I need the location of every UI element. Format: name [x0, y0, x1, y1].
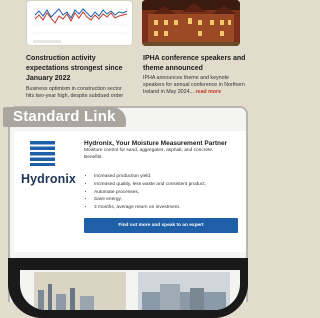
- article-title[interactable]: Construction activity expectations stron…: [26, 54, 122, 84]
- preview-images-graphic: [34, 272, 230, 310]
- benefit-item: Increased production yield,: [94, 173, 206, 181]
- find-out-more-button[interactable]: Find out more and speak to an expert: [84, 218, 238, 233]
- benefit-item: Automate processes,: [94, 189, 206, 197]
- hydronix-logo-icon[interactable]: [30, 141, 55, 166]
- article-title-line[interactable]: Construction activity: [26, 54, 122, 64]
- sponsored-ad-card: Hydronix Hydronix, Your Moisture Measure…: [14, 131, 246, 252]
- benefit-item: Increased quality, less waste and consis…: [94, 181, 206, 189]
- article-summary-line: IPHA announces theme and keynote: [143, 75, 229, 81]
- article-title-line[interactable]: IPHA conference speakers and: [143, 54, 245, 64]
- ad-description-line: Moisture control for sand, aggregates, a…: [84, 148, 214, 153]
- building-photo-graphic: [142, 0, 240, 46]
- benefit-item: 3 months, average return on investment.: [94, 204, 206, 212]
- article-summary-line: Ireland in May 2024... read more: [143, 89, 245, 96]
- ad-description: Moisture control for sand, aggregates, a…: [84, 148, 244, 161]
- article-title-line[interactable]: expectations strongest since: [26, 64, 122, 74]
- article-title-line[interactable]: January 2022: [26, 74, 122, 84]
- line-chart-graphic: [33, 8, 128, 43]
- article-summary-text: Ireland in May 2024...: [143, 89, 194, 95]
- newsletter-page: Construction activity expectations stron…: [0, 0, 252, 318]
- benefits-list: Increased production yield, Increased qu…: [84, 173, 206, 212]
- article-chart-thumbnail[interactable]: [26, 0, 133, 46]
- article-summary-line: hits two-year high, despite subdued orde…: [26, 93, 124, 99]
- article-summary: Business optimism in construction sector…: [26, 86, 123, 100]
- section-label-tab: Standard Link: [3, 107, 126, 127]
- ad-description-line: Benefits:: [84, 154, 103, 160]
- article-summary-line: Business optimism in construction sector: [26, 86, 122, 92]
- benefit-item: Save energy,: [94, 196, 206, 204]
- ad-heading[interactable]: Hydronix, Your Moisture Measurement Part…: [84, 140, 227, 147]
- article-summary: IPHA announces theme and keynote speaker…: [143, 75, 245, 96]
- article-title-line[interactable]: theme announced: [143, 64, 245, 74]
- article-summary-line: speakers for annual conference in Northe…: [143, 82, 245, 88]
- article-photo-thumbnail[interactable]: [142, 0, 240, 46]
- hydronix-logo-text[interactable]: Hydronix: [21, 172, 76, 186]
- read-more-link[interactable]: read more: [195, 89, 221, 95]
- device-screen-preview: [20, 270, 240, 310]
- article-title[interactable]: IPHA conference speakers and theme annou…: [143, 54, 245, 74]
